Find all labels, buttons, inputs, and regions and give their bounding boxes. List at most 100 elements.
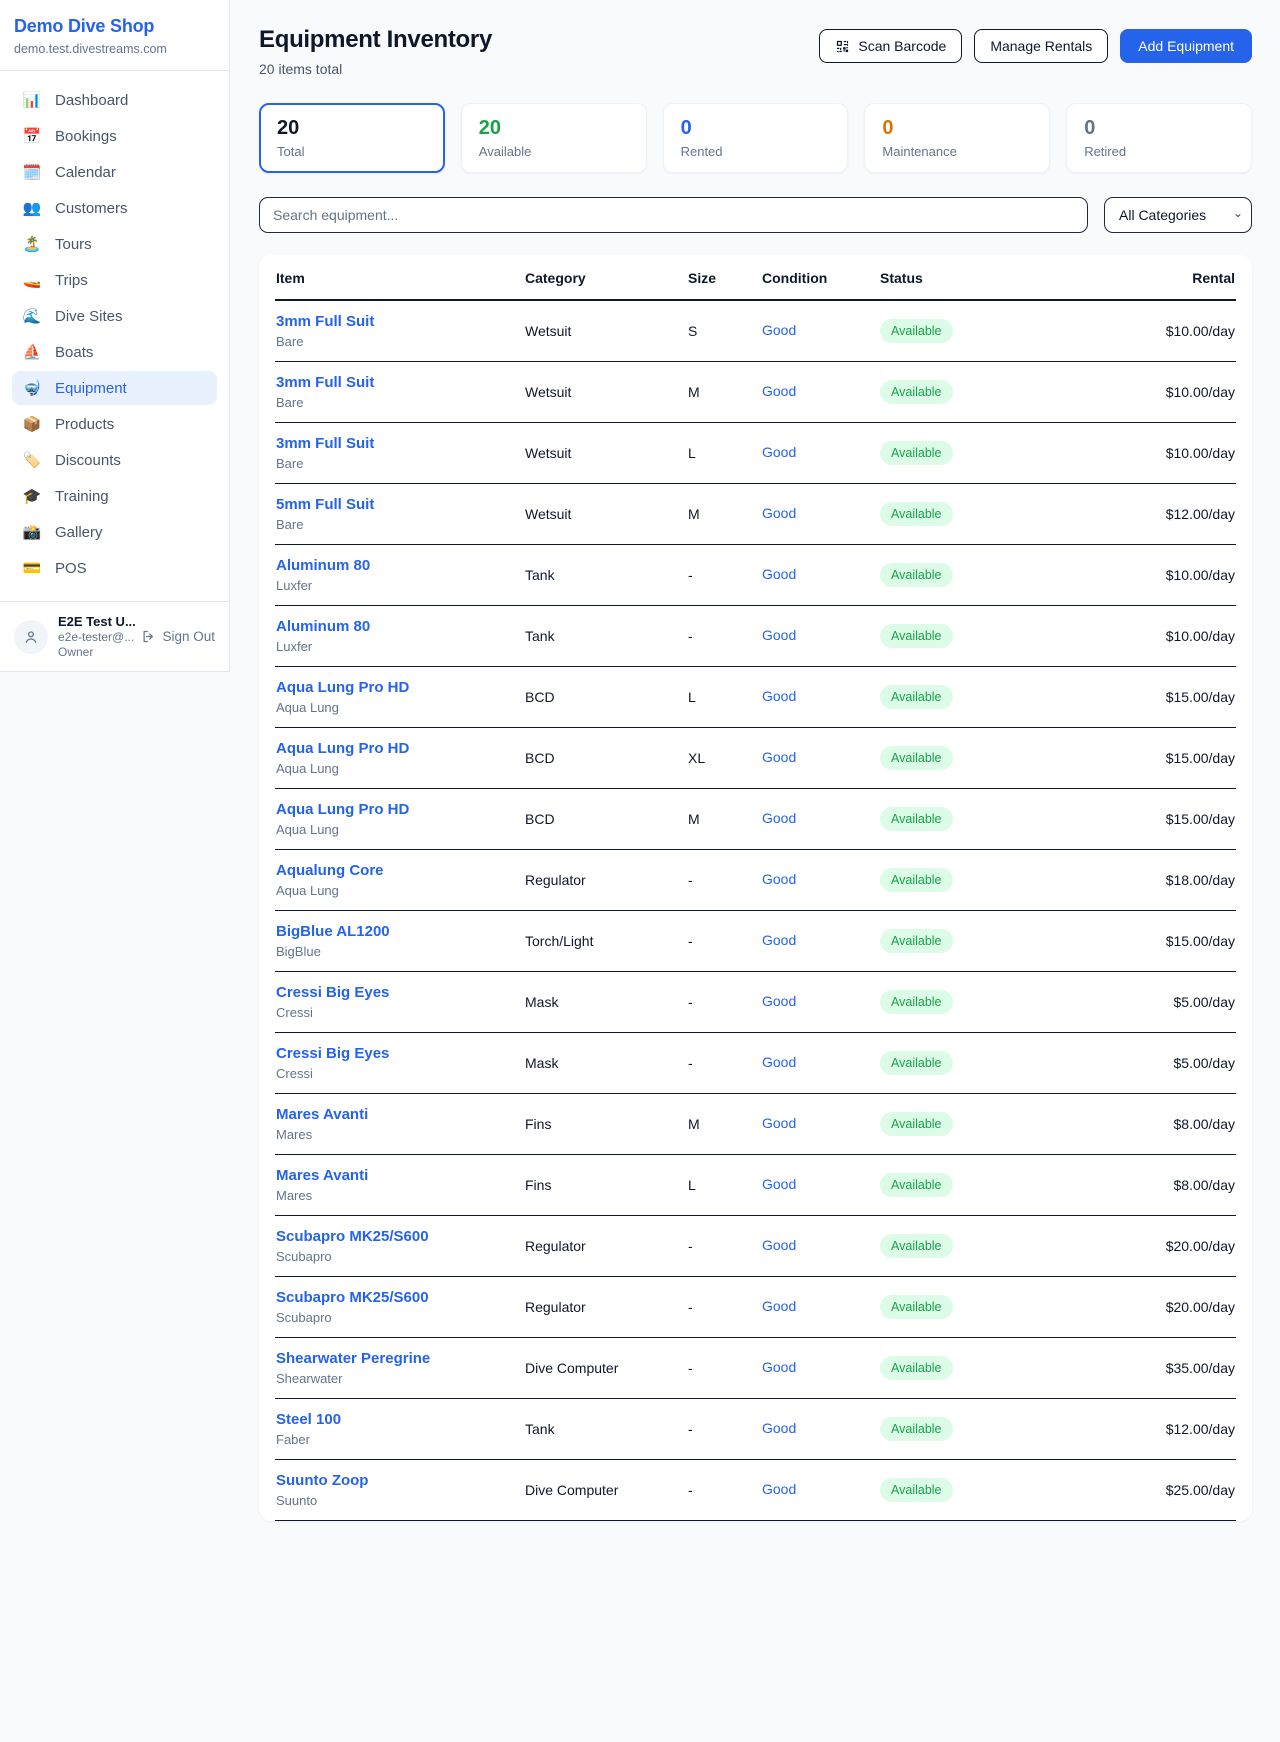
item-name-link[interactable]: Cressi Big Eyes: [276, 984, 520, 1001]
condition-link[interactable]: Good: [762, 1176, 796, 1192]
condition-link[interactable]: Good: [762, 566, 796, 582]
condition-link[interactable]: Good: [762, 1054, 796, 1070]
sidebar-item-pos[interactable]: 💳POS: [12, 551, 217, 585]
condition-link[interactable]: Good: [762, 627, 796, 643]
item-size: S: [687, 300, 761, 361]
status-badge: Available: [880, 685, 953, 709]
status-badge: Available: [880, 563, 953, 587]
wave-icon: 🌊: [22, 307, 42, 325]
sidebar-item-gallery[interactable]: 📸Gallery: [12, 515, 217, 549]
sidebar-item-trips[interactable]: 🚤Trips: [12, 263, 217, 297]
sidebar-item-bookings[interactable]: 📅Bookings: [12, 119, 217, 153]
item-brand: Luxfer: [276, 639, 520, 654]
condition-link[interactable]: Good: [762, 322, 796, 338]
condition-link[interactable]: Good: [762, 1237, 796, 1253]
stat-card-available[interactable]: 20Available: [461, 103, 647, 173]
item-rental-price: $12.00/day: [1029, 483, 1236, 544]
item-brand: Cressi: [276, 1005, 520, 1020]
scan-barcode-button[interactable]: Scan Barcode: [819, 29, 962, 63]
stat-card-maintenance[interactable]: 0Maintenance: [864, 103, 1050, 173]
category-select[interactable]: All Categories: [1104, 197, 1252, 233]
item-category: BCD: [524, 666, 687, 727]
item-name-link[interactable]: Mares Avanti: [276, 1106, 520, 1123]
item-size: XL: [687, 727, 761, 788]
add-equipment-button[interactable]: Add Equipment: [1120, 29, 1252, 63]
column-header-item[interactable]: Item: [275, 255, 524, 300]
condition-link[interactable]: Good: [762, 1115, 796, 1131]
condition-link[interactable]: Good: [762, 688, 796, 704]
item-name-link[interactable]: Aqua Lung Pro HD: [276, 801, 520, 818]
condition-link[interactable]: Good: [762, 1298, 796, 1314]
condition-link[interactable]: Good: [762, 383, 796, 399]
sidebar-item-label: Tours: [55, 236, 92, 253]
table-row: Aqua Lung Pro HDAqua LungBCDXLGoodAvaila…: [275, 727, 1236, 788]
sign-out-button[interactable]: Sign Out: [141, 629, 215, 644]
item-name-link[interactable]: 3mm Full Suit: [276, 374, 520, 391]
condition-link[interactable]: Good: [762, 749, 796, 765]
sidebar-item-dashboard[interactable]: 📊Dashboard: [12, 83, 217, 117]
island-icon: 🏝️: [22, 235, 42, 253]
item-name-link[interactable]: Steel 100: [276, 1411, 520, 1428]
column-header-condition[interactable]: Condition: [761, 255, 879, 300]
item-brand: Suunto: [276, 1493, 520, 1508]
item-name-link[interactable]: BigBlue AL1200: [276, 923, 520, 940]
item-size: -: [687, 1337, 761, 1398]
item-name-link[interactable]: 5mm Full Suit: [276, 496, 520, 513]
stat-card-retired[interactable]: 0Retired: [1066, 103, 1252, 173]
item-name-link[interactable]: Aqua Lung Pro HD: [276, 740, 520, 757]
sidebar-item-customers[interactable]: 👥Customers: [12, 191, 217, 225]
item-name-link[interactable]: Aqualung Core: [276, 862, 520, 879]
item-name-link[interactable]: 3mm Full Suit: [276, 435, 520, 452]
brand-name[interactable]: Demo Dive Shop: [14, 16, 209, 37]
sidebar-item-products[interactable]: 📦Products: [12, 407, 217, 441]
status-badge: Available: [880, 1295, 953, 1319]
item-name-link[interactable]: Aluminum 80: [276, 557, 520, 574]
sidebar-item-boats[interactable]: ⛵Boats: [12, 335, 217, 369]
sidebar-item-discounts[interactable]: 🏷️Discounts: [12, 443, 217, 477]
item-name-link[interactable]: Aqua Lung Pro HD: [276, 679, 520, 696]
table-row: 3mm Full SuitBareWetsuitMGoodAvailable$1…: [275, 361, 1236, 422]
sidebar-item-dive-sites[interactable]: 🌊Dive Sites: [12, 299, 217, 333]
table-row: Cressi Big EyesCressiMask-GoodAvailable$…: [275, 1032, 1236, 1093]
stat-card-total[interactable]: 20Total: [259, 103, 445, 173]
sidebar-item-calendar[interactable]: 🗓️Calendar: [12, 155, 217, 189]
item-name-link[interactable]: Scubapro MK25/S600: [276, 1228, 520, 1245]
equipment-table-card: Item Category Size Condition Status Rent…: [259, 255, 1252, 1521]
user-name: E2E Test U...: [58, 614, 131, 629]
status-badge: Available: [880, 1356, 953, 1380]
sidebar-item-equipment[interactable]: 🤿Equipment: [12, 371, 217, 405]
manage-rentals-button[interactable]: Manage Rentals: [974, 29, 1108, 63]
item-name-link[interactable]: Cressi Big Eyes: [276, 1045, 520, 1062]
stat-card-rented[interactable]: 0Rented: [663, 103, 849, 173]
person-icon: [23, 629, 39, 645]
sidebar-item-tours[interactable]: 🏝️ Tours: [12, 227, 217, 261]
condition-link[interactable]: Good: [762, 1359, 796, 1375]
column-header-status[interactable]: Status: [879, 255, 1029, 300]
condition-link[interactable]: Good: [762, 810, 796, 826]
item-category: Wetsuit: [524, 483, 687, 544]
condition-link[interactable]: Good: [762, 932, 796, 948]
user-box: E2E Test U... e2e-tester@... Owner Sign …: [0, 601, 229, 671]
item-name-link[interactable]: Scubapro MK25/S600: [276, 1289, 520, 1306]
item-name-link[interactable]: Mares Avanti: [276, 1167, 520, 1184]
condition-link[interactable]: Good: [762, 1420, 796, 1436]
condition-link[interactable]: Good: [762, 444, 796, 460]
sidebar-item-training[interactable]: 🎓Training: [12, 479, 217, 513]
condition-link[interactable]: Good: [762, 1481, 796, 1497]
item-name-link[interactable]: Suunto Zoop: [276, 1472, 520, 1489]
equipment-table-body: 3mm Full SuitBareWetsuitSGoodAvailable$1…: [275, 300, 1236, 1520]
condition-link[interactable]: Good: [762, 993, 796, 1009]
item-name-link[interactable]: 3mm Full Suit: [276, 313, 520, 330]
stat-label: Available: [479, 144, 629, 159]
condition-link[interactable]: Good: [762, 505, 796, 521]
column-header-size[interactable]: Size: [687, 255, 761, 300]
item-category: Wetsuit: [524, 361, 687, 422]
item-name-link[interactable]: Aluminum 80: [276, 618, 520, 635]
column-header-rental[interactable]: Rental: [1029, 255, 1236, 300]
table-row: 5mm Full SuitBareWetsuitMGoodAvailable$1…: [275, 483, 1236, 544]
table-row: Steel 100FaberTank-GoodAvailable$12.00/d…: [275, 1398, 1236, 1459]
item-name-link[interactable]: Shearwater Peregrine: [276, 1350, 520, 1367]
search-input[interactable]: [259, 197, 1088, 233]
condition-link[interactable]: Good: [762, 871, 796, 887]
column-header-category[interactable]: Category: [524, 255, 687, 300]
